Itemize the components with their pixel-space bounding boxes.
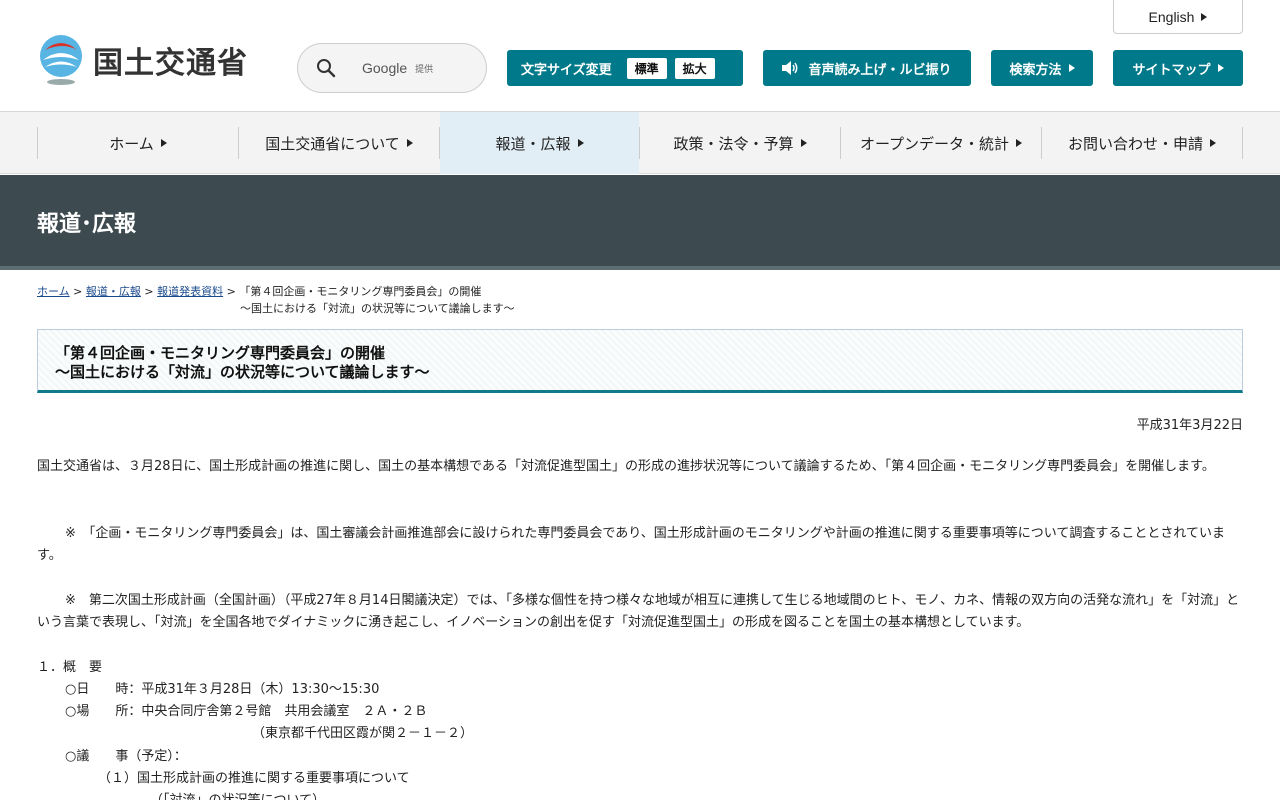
search-provider-label: 提供 [415,64,434,75]
logo-text: 国土交通省 [93,46,248,81]
sitemap-label: サイトマップ [1132,62,1211,78]
search-method-button[interactable]: 検索方法 [991,50,1093,86]
agenda-item-sub: （「対流」の状況等について） [150,790,325,800]
breadcrumb-link-press[interactable]: 報道・広報 [86,285,141,298]
nav-item-label: 国土交通省について [265,134,400,153]
banner-divider [0,266,1280,270]
site-header: 国土交通省 Google 提供 English 文字サイズ変更 標準 拡大 音声… [0,0,1280,112]
article-note-plan: ※ 第二次国土形成計画（全国計画）（平成27年８月14日閣議決定）では、「多様な… [37,593,1240,630]
nav-item-about[interactable]: 国土交通省について [239,112,439,174]
section-title: 報道･広報 [37,212,137,237]
breadcrumb: ホーム > 報道・広報 > 報道発表資料 > 「第４回企画・モニタリング専門委員… [37,283,481,300]
font-size-standard-button[interactable]: 標準 [626,57,667,79]
overview-place: ○場 所：中央合同庁舎第２号館 共用会議室 ２Ａ・２Ｂ [65,704,428,719]
section-banner: 報道･広報 [0,175,1280,269]
mlit-logo[interactable]: 国土交通省 [37,34,248,86]
arrow-right-icon [406,139,413,147]
global-nav: ホーム 国土交通省について 報道・広報 政策・法令・予算 オープンデータ・統計 … [0,112,1280,174]
font-size-label: 文字サイズ変更 [521,62,612,78]
nav-item-home[interactable]: ホーム [38,112,238,174]
search-method-label: 検索方法 [1009,62,1062,78]
breadcrumb-separator: > [144,285,158,298]
arrow-right-icon [1201,12,1208,21]
speaker-icon [782,61,798,75]
arrow-right-icon [800,139,807,147]
nav-item-press[interactable]: 報道・広報 [440,112,639,174]
article-title-line2: ～国土における「対流」の状況等について議論します～ [55,363,430,381]
voice-button-label: 音声読み上げ・ルビ振り [808,62,952,78]
nav-item-contact[interactable]: お問い合わせ・申請 [1042,112,1242,174]
article-paragraph-intro: 国土交通省は、３月28日に、国土形成計画の推進に関し、国土の基本構想である「対流… [37,459,1215,474]
nav-item-opendata[interactable]: オープンデータ・統計 [841,112,1041,174]
breadcrumb-current: 「第４回企画・モニタリング専門委員会」の開催 [239,285,482,298]
logo-mark-icon [40,35,82,85]
nav-item-label: 政策・法令・予算 [673,134,794,153]
nav-item-label: お問い合わせ・申請 [1067,134,1203,153]
nav-item-policy[interactable]: 政策・法令・予算 [640,112,840,174]
arrow-right-icon [1210,139,1216,147]
article-title-box: 「第４回企画・モニタリング専門委員会」の開催 ～国土における「対流」の状況等につ… [37,329,1243,393]
overview-heading: １．概 要 [37,660,103,675]
nav-item-label: ホーム [109,134,154,153]
overview-agenda: ○議 事（予定）： [65,749,187,764]
breadcrumb-separator: > [73,285,86,298]
arrow-right-icon [1068,64,1075,72]
overview-datetime: ○日 時：平成31年３月28日（木）13:30～15:30 [65,682,380,697]
breadcrumb-current-sub: ～国土における「対流」の状況等について議論します～ [240,302,515,315]
breadcrumb-link-home[interactable]: ホーム [37,285,70,298]
arrow-right-icon [1016,139,1023,147]
sitemap-button[interactable]: サイトマップ [1113,50,1243,86]
font-size-large-button[interactable]: 拡大 [674,57,715,79]
nav-item-label: 報道・広報 [495,134,571,153]
english-button[interactable]: English [1113,0,1243,34]
article-note-committee: ※ 「企画・モニタリング専門委員会」は、国土審議会計画推進部会に設けられた専門委… [37,526,1225,563]
search-icon [317,59,336,78]
font-size-control: 文字サイズ変更 標準 拡大 [507,50,743,86]
nav-divider [1242,127,1243,159]
arrow-right-icon [577,139,584,147]
voice-ruby-button[interactable]: 音声読み上げ・ルビ振り [763,50,971,86]
agenda-item: （１）国土形成計画の推進に関する重要事項について [98,771,410,786]
article-date: 平成31年3月22日 [1136,418,1243,433]
arrow-right-icon [160,139,167,147]
breadcrumb-link-releases[interactable]: 報道発表資料 [157,285,223,298]
nav-item-label: オープンデータ・統計 [859,134,1010,153]
article-title-line1: 「第４回企画・モニタリング専門委員会」の開催 [55,344,386,362]
search-google-label: Google [362,60,408,76]
breadcrumb-separator: > [226,285,240,298]
site-search[interactable]: Google 提供 [297,43,487,93]
english-button-label: English [1148,8,1195,25]
arrow-right-icon [1217,64,1224,72]
overview-address: （東京都千代田区霞が関２－１－２） [252,726,474,741]
